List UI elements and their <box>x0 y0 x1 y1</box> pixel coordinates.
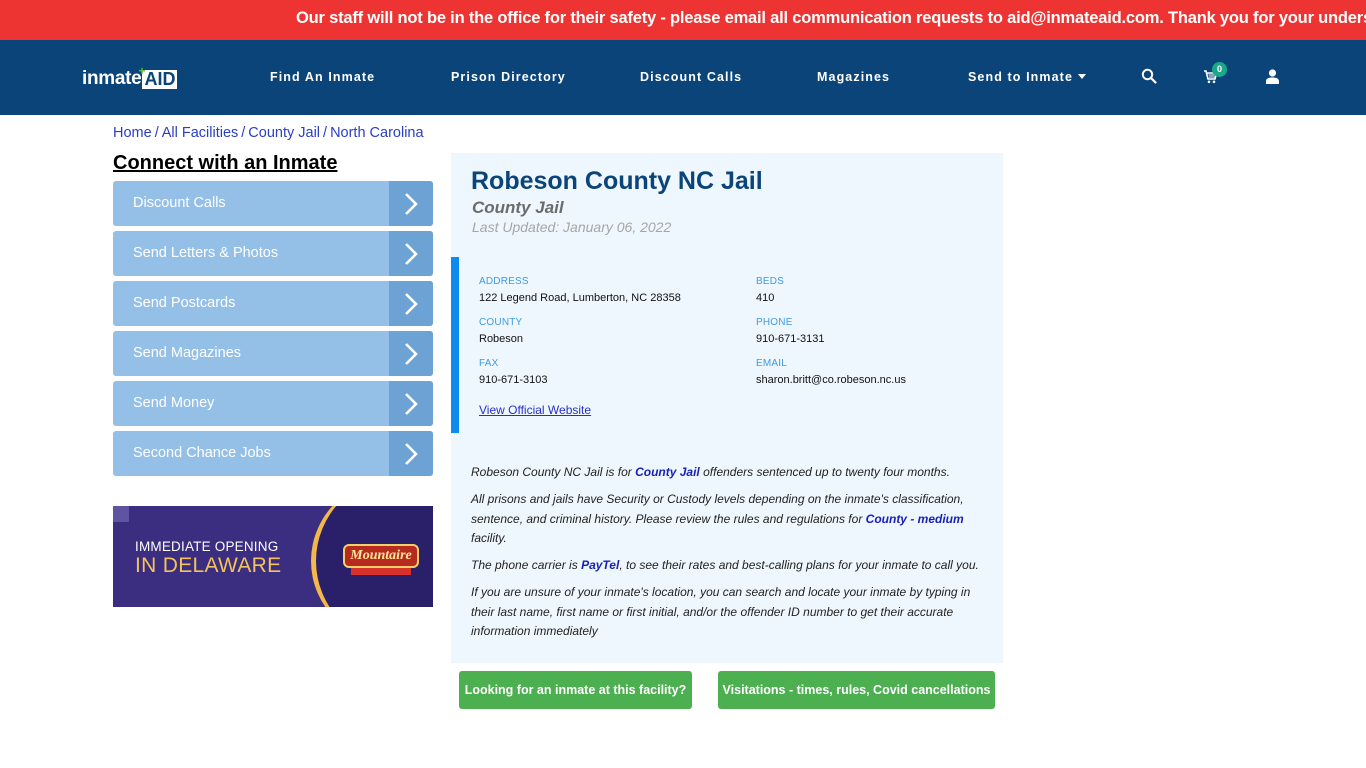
logo-text-inmate: inmate <box>82 68 142 89</box>
email-label: EMAIL <box>756 358 788 369</box>
nav-prison-directory[interactable]: Prison Directory <box>451 70 566 84</box>
county-jail-link[interactable]: County Jail <box>635 465 700 479</box>
sidebar-title: Connect with an Inmate <box>113 152 338 174</box>
mountaire-logo-ribbon <box>351 568 411 575</box>
nav-discount-calls[interactable]: Discount Calls <box>640 70 742 84</box>
alert-banner: Our staff will not be in the office for … <box>0 0 1366 40</box>
chevron-right-icon <box>389 381 433 426</box>
address-value: 122 Legend Road, Lumberton, NC 28358 <box>479 292 681 304</box>
chevron-right-icon <box>389 231 433 276</box>
address-field: ADDRESS 122 Legend Road, Lumberton, NC 2… <box>479 276 681 306</box>
phone-value: 910-671-3131 <box>756 333 825 345</box>
alert-text: Our staff will not be in the office for … <box>296 9 1366 27</box>
phone-label: PHONE <box>756 317 793 328</box>
chevron-right-icon <box>389 431 433 476</box>
sidebar-button-label: Discount Calls <box>133 195 226 211</box>
description-paragraph-3: The phone carrier is PayTel, to see thei… <box>471 556 991 576</box>
phone-field: PHONE 910-671-3131 <box>756 317 825 347</box>
facility-type: County Jail <box>472 198 564 217</box>
sidebar-button-send-magazines[interactable]: Send Magazines <box>113 331 433 376</box>
sidebar-button-discount-calls[interactable]: Discount Calls <box>113 181 433 226</box>
ad-headline: IMMEDIATE OPENING <box>135 539 279 554</box>
breadcrumb-separator: / <box>323 125 328 141</box>
user-icon[interactable] <box>1266 69 1279 89</box>
breadcrumb-home[interactable]: Home <box>113 125 152 141</box>
visitations-button[interactable]: Visitations - times, rules, Covid cancel… <box>718 671 995 709</box>
sidebar-button-send-postcards[interactable]: Send Postcards <box>113 281 433 326</box>
chevron-down-icon <box>1078 74 1086 80</box>
description-paragraph-1: Robeson County NC Jail is for County Jai… <box>471 463 991 483</box>
beds-label: BEDS <box>756 276 785 287</box>
sidebar-button-label: Send Postcards <box>133 295 236 311</box>
sidebar-button-second-chance-jobs[interactable]: Second Chance Jobs <box>113 431 433 476</box>
sidebar-button-send-money[interactable]: Send Money <box>113 381 433 426</box>
sidebar-button-label: Send Letters & Photos <box>133 245 279 261</box>
ad-decoration <box>113 506 129 522</box>
sidebar-button-label: Second Chance Jobs <box>133 445 271 461</box>
fax-field: FAX 910-671-3103 <box>479 358 548 388</box>
breadcrumb-county-jail[interactable]: County Jail <box>248 125 320 141</box>
find-inmate-at-facility-button[interactable]: Looking for an inmate at this facility? <box>459 671 692 709</box>
breadcrumb-north-carolina[interactable]: North Carolina <box>330 125 424 141</box>
logo-text-aid: + AID <box>138 64 178 89</box>
description-text: facility. <box>471 531 507 545</box>
top-navbar: inmate + AID Find An Inmate Prison Direct… <box>0 40 1366 115</box>
description-paragraph-4: If you are unsure of your inmate's locat… <box>471 585 971 638</box>
breadcrumb-separator: / <box>154 125 159 141</box>
breadcrumb: Home / All Facilities / County Jail / North Ca… <box>113 125 424 141</box>
county-label: COUNTY <box>479 317 523 328</box>
county-value: Robeson <box>479 333 524 345</box>
sidebar-button-send-letters-photos[interactable]: Send Letters & Photos <box>113 231 433 276</box>
breadcrumb-all-facilities[interactable]: All Facilities <box>162 125 239 141</box>
description-text: The phone carrier is <box>471 558 582 572</box>
description-text: , to see their rates and best-calling pl… <box>619 558 979 572</box>
sidebar-button-label: Send Magazines <box>133 345 242 361</box>
nav-send-to-inmate-label: Send to Inmate <box>968 70 1073 84</box>
description-paragraph-2: All prisons and jails have Security or C… <box>471 490 991 549</box>
logo-aid-label: AID <box>144 69 176 89</box>
logo-plus-icon: + <box>138 64 146 78</box>
site-logo[interactable]: inmate + AID <box>82 64 178 89</box>
nav-magazines[interactable]: Magazines <box>817 70 890 84</box>
county-field: COUNTY Robeson <box>479 317 523 347</box>
breadcrumb-separator: / <box>241 125 246 141</box>
job-ad-banner[interactable]: IMMEDIATE OPENING IN DELAWARE Mountaire <box>113 506 433 607</box>
cart-count-badge: 0 <box>1212 62 1227 77</box>
phone-carrier-link[interactable]: PayTel <box>581 558 619 572</box>
security-level-link[interactable]: County - medium <box>866 512 964 526</box>
search-icon[interactable] <box>1141 68 1157 89</box>
sidebar-button-label: Send Money <box>133 395 215 411</box>
fax-label: FAX <box>479 358 499 369</box>
nav-send-to-inmate[interactable]: Send to Inmate <box>968 70 1086 84</box>
last-updated: Last Updated: January 06, 2022 <box>472 219 672 235</box>
nav-find-an-inmate[interactable]: Find An Inmate <box>270 70 375 84</box>
facility-info-box: ADDRESS 122 Legend Road, Lumberton, NC 2… <box>451 257 1003 433</box>
description-text: Robeson County NC Jail is for <box>471 465 636 479</box>
view-official-website-link[interactable]: View Official Website <box>479 403 591 417</box>
fax-value: 910-671-3103 <box>479 374 548 386</box>
chevron-right-icon <box>389 181 433 226</box>
email-field: EMAIL sharon.britt@co.robeson.nc.us <box>756 358 906 388</box>
chevron-right-icon <box>389 331 433 376</box>
mountaire-logo: Mountaire <box>343 544 419 568</box>
address-label: ADDRESS <box>479 276 529 287</box>
facility-title: Robeson County NC Jail <box>471 167 763 195</box>
ad-location: IN DELAWARE <box>135 554 282 577</box>
email-value: sharon.britt@co.robeson.nc.us <box>756 374 906 386</box>
beds-field: BEDS 410 <box>756 276 784 306</box>
beds-value: 410 <box>756 292 775 304</box>
facility-panel: Robeson County NC Jail County Jail Last … <box>451 153 1003 663</box>
description-text: offenders sentenced up to twenty four mo… <box>699 465 950 479</box>
chevron-right-icon <box>389 281 433 326</box>
info-accent-bar <box>451 257 459 433</box>
